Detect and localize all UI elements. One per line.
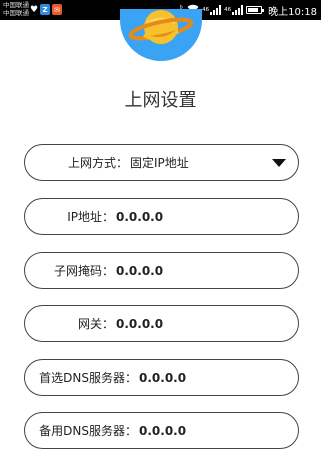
primary-dns-field[interactable]: 首选DNS服务器： 0.0.0.0 <box>24 359 299 396</box>
planet-logo-icon <box>120 9 202 61</box>
carrier-labels: 中国联通 中国联通 <box>3 1 29 17</box>
ip-address-label: IP地址： <box>67 210 114 224</box>
signal-1-icon <box>210 5 222 15</box>
subnet-mask-label: 子网掩码： <box>53 264 114 278</box>
gateway-label: 网关： <box>77 317 114 331</box>
page-title: 上网设置 <box>124 90 197 111</box>
gateway-value[interactable]: 0.0.0.0 <box>116 317 163 331</box>
notification-icons: ♥ Z ✉ <box>30 4 63 15</box>
primary-dns-value[interactable]: 0.0.0.0 <box>139 371 186 385</box>
secondary-dns-field[interactable]: 备用DNS服务器： 0.0.0.0 <box>24 412 299 449</box>
gateway-field[interactable]: 网关： 0.0.0.0 <box>24 305 299 342</box>
carrier-2: 中国联通 <box>3 9 29 17</box>
signal-2-label: 46 <box>224 7 232 13</box>
app-notification-icon: Z <box>40 4 51 15</box>
subnet-mask-value[interactable]: 0.0.0.0 <box>116 264 163 278</box>
network-settings-page: 中国联通 中国联通 ♥ Z ✉ ᛒ 46 46 晚上10:18 <box>0 0 321 456</box>
dropdown-caret-icon[interactable] <box>272 159 286 167</box>
primary-dns-label: 首选DNS服务器： <box>39 371 137 385</box>
ip-address-value[interactable]: 0.0.0.0 <box>116 210 163 224</box>
carrier-1: 中国联通 <box>3 1 29 9</box>
secondary-dns-value[interactable]: 0.0.0.0 <box>139 424 186 438</box>
clock: 晚上10:18 <box>268 6 317 18</box>
signal-2-icon <box>232 5 244 15</box>
battery-icon <box>246 6 265 14</box>
connection-type-select[interactable]: 上网方式： 固定IP地址 <box>24 144 299 181</box>
subnet-mask-field[interactable]: 子网掩码： 0.0.0.0 <box>24 252 299 289</box>
ip-address-field[interactable]: IP地址： 0.0.0.0 <box>24 198 299 235</box>
mail-notification-icon: ✉ <box>52 4 63 15</box>
signal-1-label: 46 <box>202 7 210 13</box>
connection-type-value: 固定IP地址 <box>130 156 189 170</box>
secondary-dns-label: 备用DNS服务器： <box>39 424 137 438</box>
heart-icon: ♥ <box>30 4 39 15</box>
connection-type-label: 上网方式： <box>67 156 128 170</box>
